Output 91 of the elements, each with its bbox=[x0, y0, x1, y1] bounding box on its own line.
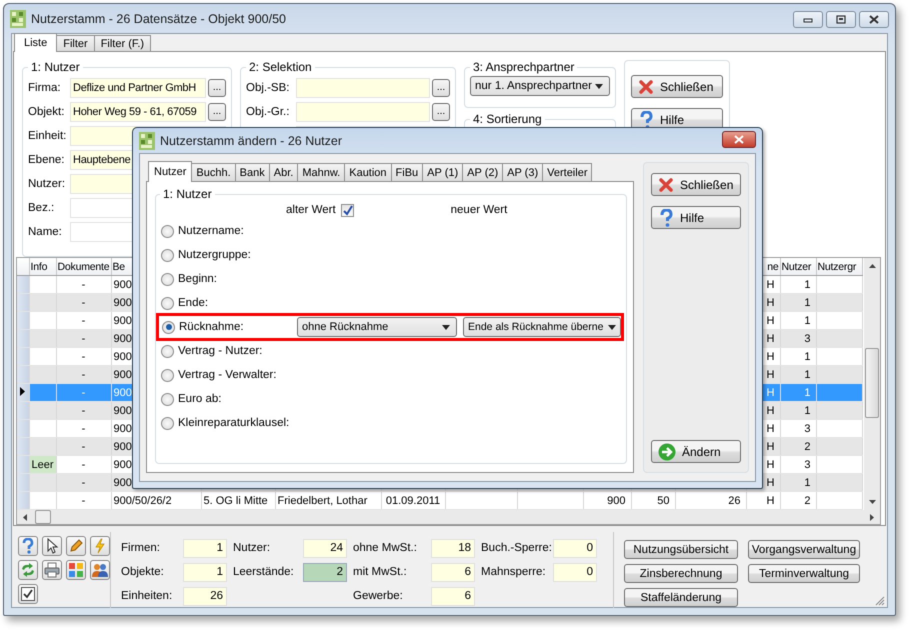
table-cell: - bbox=[56, 294, 111, 312]
field-label: Bez.: bbox=[28, 202, 56, 214]
tab[interactable]: AP (3) bbox=[502, 163, 544, 181]
count-field: 0 bbox=[553, 538, 597, 558]
tab[interactable]: Mahnw. bbox=[297, 163, 346, 181]
dialog-button[interactable]: Ändern bbox=[651, 440, 741, 463]
browse-button[interactable]: ... bbox=[208, 79, 226, 97]
dialog-button[interactable]: Schließen bbox=[631, 75, 723, 98]
input-field[interactable]: Hoher Weg 59 - 61, 67059 bbox=[70, 102, 206, 122]
option-label: Nutzergruppe: bbox=[178, 249, 252, 261]
dropdown[interactable]: nur 1. Ansprechpartner bbox=[470, 76, 610, 96]
table-cell: - bbox=[56, 330, 111, 348]
tab[interactable]: Nutzer bbox=[148, 161, 192, 182]
table-cell: - bbox=[56, 474, 111, 492]
column-label: neuer Wert bbox=[450, 204, 508, 216]
table-cell: - bbox=[56, 384, 111, 402]
option-label: Nutzername: bbox=[178, 225, 245, 237]
field-label: Firma: bbox=[28, 82, 62, 94]
field-label: Nutzer: bbox=[28, 178, 66, 190]
browse-button[interactable]: ... bbox=[432, 79, 450, 97]
group-title: 1: Nutzer bbox=[30, 60, 81, 74]
dropdown[interactable]: ohne Rücknahme bbox=[297, 317, 457, 337]
tab[interactable]: FiBu bbox=[390, 163, 424, 181]
field-label: Obj.-SB: bbox=[246, 82, 290, 94]
group-title: 2: Selektion bbox=[248, 60, 313, 74]
group-title: 4: Sortierung bbox=[472, 112, 543, 126]
column-header[interactable]: Dokumente bbox=[56, 258, 111, 276]
stat-label: Gewerbe: bbox=[353, 590, 403, 602]
count-field: 18 bbox=[431, 538, 475, 558]
column-header[interactable]: Info bbox=[29, 258, 56, 276]
tab[interactable]: AP (2) bbox=[462, 163, 504, 181]
count-field: 2 bbox=[303, 562, 347, 582]
stat-label: Mahnsperre: bbox=[481, 566, 546, 578]
tab[interactable]: Liste bbox=[14, 33, 58, 52]
table-cell: 1 bbox=[780, 384, 816, 402]
count-field: 1 bbox=[183, 538, 227, 558]
field-label: Name: bbox=[28, 226, 63, 238]
stat-label: mit MwSt.: bbox=[353, 566, 407, 578]
count-field: 6 bbox=[431, 586, 475, 606]
group-title: 1: Nutzer bbox=[162, 187, 213, 201]
window-title: Nutzerstamm - 26 Datensätze - Objekt 900/50 bbox=[31, 12, 286, 26]
dialog-button[interactable]: Hilfe bbox=[651, 206, 741, 229]
stat-label: Nutzer: bbox=[233, 542, 270, 554]
field-label: Objekt: bbox=[28, 106, 66, 118]
browse-button[interactable]: ... bbox=[432, 103, 450, 121]
stat-label: ohne MwSt.: bbox=[353, 542, 417, 554]
table-cell: 1 bbox=[780, 474, 816, 492]
stat-label: Firmen: bbox=[121, 542, 160, 554]
stat-label: Einheiten: bbox=[121, 590, 172, 602]
tab[interactable]: Verteiler bbox=[542, 163, 592, 181]
stat-label: Leerstände: bbox=[233, 566, 294, 578]
field-label: Ebene: bbox=[28, 154, 66, 166]
action-button[interactable]: Zinsberechnung bbox=[624, 564, 738, 583]
input-field[interactable]: Deflize und Partner GmbH bbox=[70, 78, 206, 98]
browse-button[interactable]: ... bbox=[208, 103, 226, 121]
dialog-title: Nutzerstamm ändern - 26 Nutzer bbox=[160, 134, 342, 148]
table-cell: 1 bbox=[780, 402, 816, 420]
dialog-button[interactable]: Schließen bbox=[651, 173, 741, 196]
table-cell: 2 bbox=[780, 438, 816, 456]
dropdown[interactable]: Ende als Rücknahme überne bbox=[463, 317, 621, 337]
action-button[interactable]: Staffeländerung bbox=[624, 588, 738, 607]
count-field: 0 bbox=[553, 562, 597, 582]
count-field: 26 bbox=[183, 586, 227, 606]
field-label: Einheit: bbox=[28, 130, 68, 142]
table-cell: - bbox=[56, 366, 111, 384]
count-field: 1 bbox=[183, 562, 227, 582]
stat-label: Buch.-Sperre: bbox=[481, 542, 552, 554]
tab[interactable]: Buchh. bbox=[191, 163, 236, 181]
table-cell: - bbox=[56, 438, 111, 456]
tab[interactable]: Filter bbox=[56, 35, 95, 51]
action-button[interactable]: Nutzungsübersicht bbox=[624, 540, 738, 559]
action-button[interactable]: Terminverwaltung bbox=[748, 564, 860, 583]
column-header[interactable]: Nutzergr bbox=[816, 258, 862, 276]
table-cell: 1 bbox=[780, 366, 816, 384]
tab[interactable]: Abr. bbox=[268, 163, 298, 181]
tab[interactable]: Bank bbox=[234, 163, 270, 181]
tab[interactable]: Filter (F.) bbox=[94, 35, 152, 51]
table-cell: 3 bbox=[780, 330, 816, 348]
column-label: alter Wert bbox=[286, 204, 336, 216]
table-cell: - bbox=[56, 402, 111, 420]
group-title: 3: Ansprechpartner bbox=[472, 60, 576, 74]
table-cell: Leer bbox=[29, 456, 56, 474]
tab[interactable]: AP (1) bbox=[422, 163, 464, 181]
column-header[interactable]: Nutzer bbox=[780, 258, 816, 276]
stat-label: Objekte: bbox=[121, 566, 164, 578]
field-label: Obj.-Gr.: bbox=[246, 106, 290, 118]
count-field: 6 bbox=[431, 562, 475, 582]
count-field: 24 bbox=[303, 538, 347, 558]
table-cell: 1 bbox=[780, 294, 816, 312]
tab[interactable]: Kaution bbox=[344, 163, 392, 181]
action-button[interactable]: Vorgangsverwaltung bbox=[748, 540, 860, 559]
